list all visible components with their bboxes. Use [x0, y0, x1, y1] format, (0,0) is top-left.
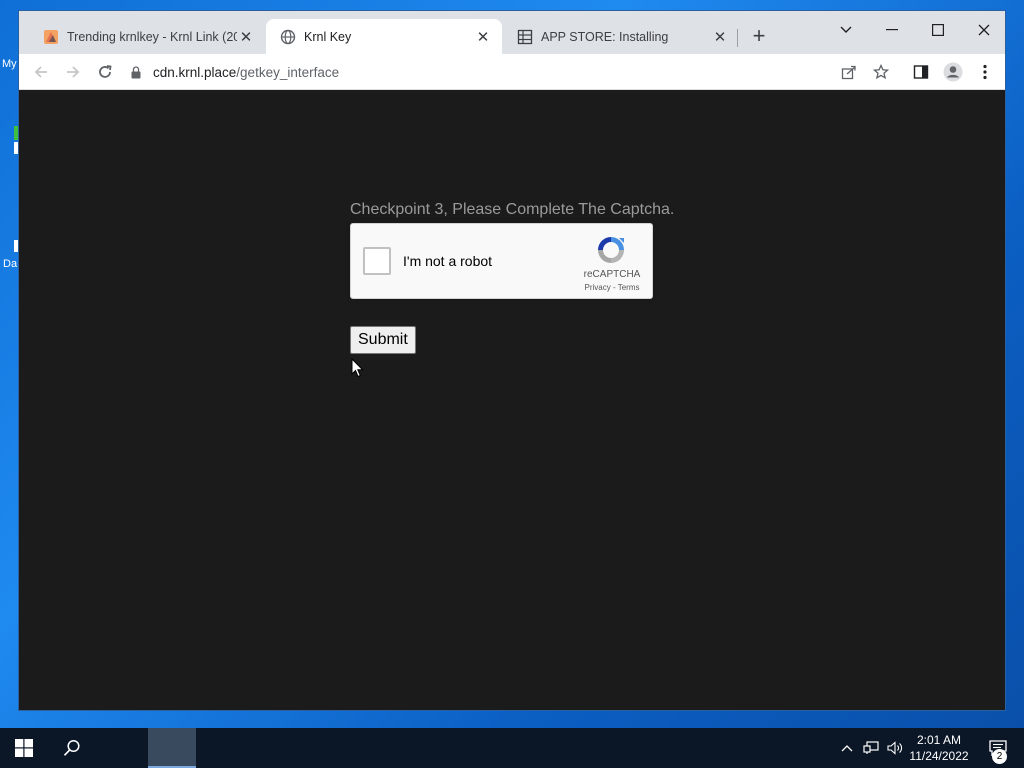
recaptcha-label: I'm not a robot [403, 253, 493, 269]
tab-close-button[interactable]: ✕ [237, 28, 255, 46]
share-icon [841, 65, 856, 80]
windows-logo-icon [15, 739, 33, 757]
forward-button[interactable] [61, 60, 85, 84]
show-hidden-icons-button[interactable] [836, 728, 858, 768]
desktop-icon-label-fragment: My [2, 58, 17, 70]
taskbar: 2:01 AM 11/24/2022 2 [0, 728, 1024, 768]
globe-icon [280, 29, 296, 45]
maximize-icon [932, 24, 944, 36]
browser-window: Trending krnlkey - Krnl Link (202 ✕ Krnl… [18, 10, 1006, 711]
recaptcha-logo-icon [598, 237, 624, 263]
menu-button[interactable] [973, 60, 997, 84]
maximize-button[interactable] [915, 15, 961, 45]
close-icon [978, 24, 990, 36]
page-content: Checkpoint 3, Please Complete The Captch… [19, 91, 1005, 710]
tab-title: Trending krnlkey - Krnl Link (202 [67, 29, 237, 44]
network-icon [863, 741, 879, 754]
address-bar[interactable]: cdn.krnl.place/getkey_interface [129, 58, 889, 86]
taskbar-search-button[interactable] [48, 728, 96, 768]
clock-date: 11/24/2022 [909, 749, 969, 763]
back-button[interactable] [29, 60, 53, 84]
clock-time: 2:01 AM [916, 733, 962, 747]
tab-trending-krnlkey[interactable]: Trending krnlkey - Krnl Link (202 ✕ [29, 19, 265, 54]
avatar-icon [943, 62, 963, 82]
search-icon [63, 739, 80, 756]
system-clock[interactable]: 2:01 AM 11/24/2022 [902, 732, 976, 764]
tab-app-store[interactable]: APP STORE: Installing ✕ [503, 19, 739, 54]
minimize-button[interactable] [869, 15, 915, 45]
window-close-button[interactable] [961, 15, 1005, 45]
submit-button[interactable]: Submit [350, 326, 416, 354]
krnl-favicon-icon [43, 29, 59, 45]
browser-toolbar: cdn.krnl.place/getkey_interface [19, 54, 1005, 90]
tab-separator [737, 29, 738, 47]
reload-icon [99, 65, 112, 78]
tab-strip: Trending krnlkey - Krnl Link (202 ✕ Krnl… [19, 11, 1005, 54]
lock-icon[interactable] [129, 65, 143, 79]
recaptcha-checkbox[interactable] [363, 247, 391, 275]
side-panel-icon [913, 65, 929, 79]
bookmark-button[interactable] [869, 60, 893, 84]
more-vert-icon [983, 64, 987, 80]
tab-title: Krnl Key [304, 29, 352, 44]
arrow-right-icon [67, 66, 80, 78]
star-icon [873, 64, 889, 80]
share-button[interactable] [837, 60, 861, 84]
chevron-down-icon [840, 26, 852, 33]
recaptcha-widget: I'm not a robot reCAPTCHA Privacy - Term… [350, 223, 653, 299]
arrow-left-icon [34, 66, 47, 78]
url-host: cdn.krnl.place [153, 64, 237, 80]
tab-title: APP STORE: Installing [541, 29, 669, 44]
taskbar-app-chrome[interactable] [148, 728, 196, 768]
speaker-icon [887, 741, 902, 755]
reload-button[interactable] [93, 60, 117, 84]
notification-count-badge: 2 [992, 749, 1007, 764]
side-panel-button[interactable] [909, 60, 933, 84]
tab-search-button[interactable] [823, 15, 869, 45]
minimize-icon [886, 29, 898, 31]
table-icon [517, 29, 533, 45]
page-title: Checkpoint 3, Please Complete The Captch… [350, 201, 675, 218]
desktop-icon-label-fragment: Da [3, 258, 18, 270]
recaptcha-links[interactable]: Privacy - Terms [573, 283, 651, 292]
profile-button[interactable] [941, 60, 965, 84]
chevron-up-icon [841, 745, 853, 752]
tab-close-button[interactable]: ✕ [474, 28, 492, 46]
tab-krnl-key[interactable]: Krnl Key ✕ [266, 19, 502, 54]
url-path: /getkey_interface [236, 64, 340, 80]
recaptcha-brand: reCAPTCHA [583, 269, 641, 280]
tab-close-button[interactable]: ✕ [711, 28, 729, 46]
mouse-cursor-icon [351, 358, 364, 378]
network-button[interactable] [860, 728, 882, 768]
new-tab-button[interactable]: + [747, 25, 771, 49]
start-button[interactable] [0, 728, 48, 768]
